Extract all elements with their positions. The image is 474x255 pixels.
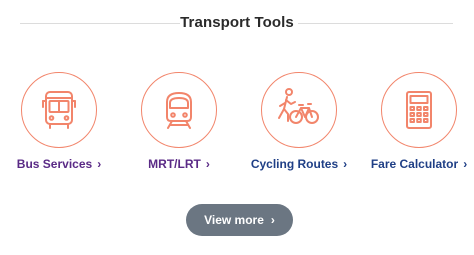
bus-icon xyxy=(21,72,97,148)
train-icon xyxy=(141,72,217,148)
tool-label: Cycling Routes › xyxy=(240,157,358,171)
view-more-label: View more xyxy=(204,213,264,227)
tool-cycling-routes[interactable]: Cycling Routes › xyxy=(240,72,358,182)
tool-mrt-lrt[interactable]: MRT/LRT › xyxy=(120,72,238,182)
chevron-right-icon: › xyxy=(205,157,210,171)
cycling-routes-label: Cycling Routes xyxy=(250,157,339,171)
tool-fare-calculator[interactable]: Fare Calculator › xyxy=(360,72,474,182)
calculator-icon xyxy=(381,72,457,148)
tool-label: Bus Services › xyxy=(0,157,118,171)
chevron-right-icon: › xyxy=(270,213,275,227)
fare-calculator-label: Fare Calculator xyxy=(370,157,459,171)
divider-right xyxy=(298,23,453,24)
section-header: Transport Tools xyxy=(0,11,474,35)
view-more-button[interactable]: View more › xyxy=(186,204,293,236)
chevron-right-icon: › xyxy=(97,157,102,171)
chevron-right-icon: › xyxy=(343,157,348,171)
mrt-lrt-label: MRT/LRT xyxy=(148,157,201,171)
tool-label: Fare Calculator › xyxy=(360,157,474,171)
tool-bus-services[interactable]: Bus Services › xyxy=(0,72,118,182)
bus-services-label: Bus Services xyxy=(16,157,93,171)
tool-label: MRT/LRT › xyxy=(120,157,238,171)
chevron-right-icon: › xyxy=(463,157,468,171)
cycling-icon xyxy=(261,72,337,148)
